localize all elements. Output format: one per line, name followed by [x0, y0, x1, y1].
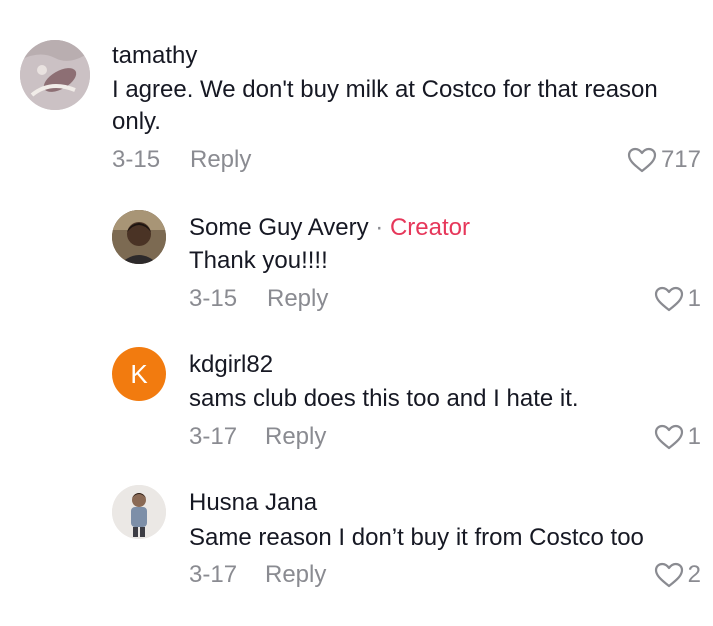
comment-username[interactable]: Some Guy Avery · Creator	[189, 214, 470, 242]
heart-icon	[654, 424, 683, 450]
reply-button[interactable]: Reply	[265, 561, 326, 589]
comment-text: Thank you!!!!	[189, 247, 328, 274]
comment-text: Same reason I don’t buy it from Costco t…	[189, 524, 644, 551]
comment-username[interactable]: Husna Jana	[189, 489, 317, 517]
reply-button[interactable]: Reply	[267, 285, 328, 313]
like-count: 1	[687, 423, 701, 450]
person-photo-avatar-icon	[112, 210, 166, 264]
comment-date: 3-15	[189, 285, 238, 312]
creator-badge: Creator	[389, 214, 470, 241]
heart-icon	[654, 286, 683, 312]
like-button[interactable]: 1	[654, 423, 701, 451]
like-count: 717	[660, 146, 701, 173]
reply-button[interactable]: Reply	[190, 146, 251, 174]
comment-text: I agree. We don't buy milk at Costco for…	[112, 76, 658, 135]
comment-username[interactable]: kdgirl82	[189, 351, 273, 379]
user-avatar[interactable]: K	[112, 347, 166, 401]
like-count: 2	[687, 561, 701, 588]
heart-icon	[654, 562, 683, 588]
user-avatar[interactable]	[112, 485, 166, 539]
avatar-initial: K	[130, 358, 148, 389]
user-avatar[interactable]	[20, 40, 90, 110]
like-button[interactable]: 2	[654, 561, 701, 589]
like-count: 1	[687, 285, 701, 312]
comment-date: 3-17	[189, 423, 238, 450]
comment-date: 3-17	[189, 561, 238, 588]
like-button[interactable]: 717	[627, 146, 701, 174]
reply-button[interactable]: Reply	[265, 423, 326, 451]
comment-text: sams club does this too and I hate it.	[189, 385, 579, 412]
comment-date: 3-15	[112, 146, 161, 173]
child-photo-avatar-icon	[112, 485, 166, 539]
heart-icon	[627, 147, 657, 173]
like-button[interactable]: 1	[654, 285, 701, 313]
user-avatar[interactable]	[112, 210, 166, 264]
abstract-photo-avatar-icon	[20, 40, 90, 110]
comment-username-text: Some Guy Avery	[189, 214, 369, 241]
creator-separator: ·	[368, 214, 390, 241]
comment-username[interactable]: tamathy	[112, 42, 197, 70]
